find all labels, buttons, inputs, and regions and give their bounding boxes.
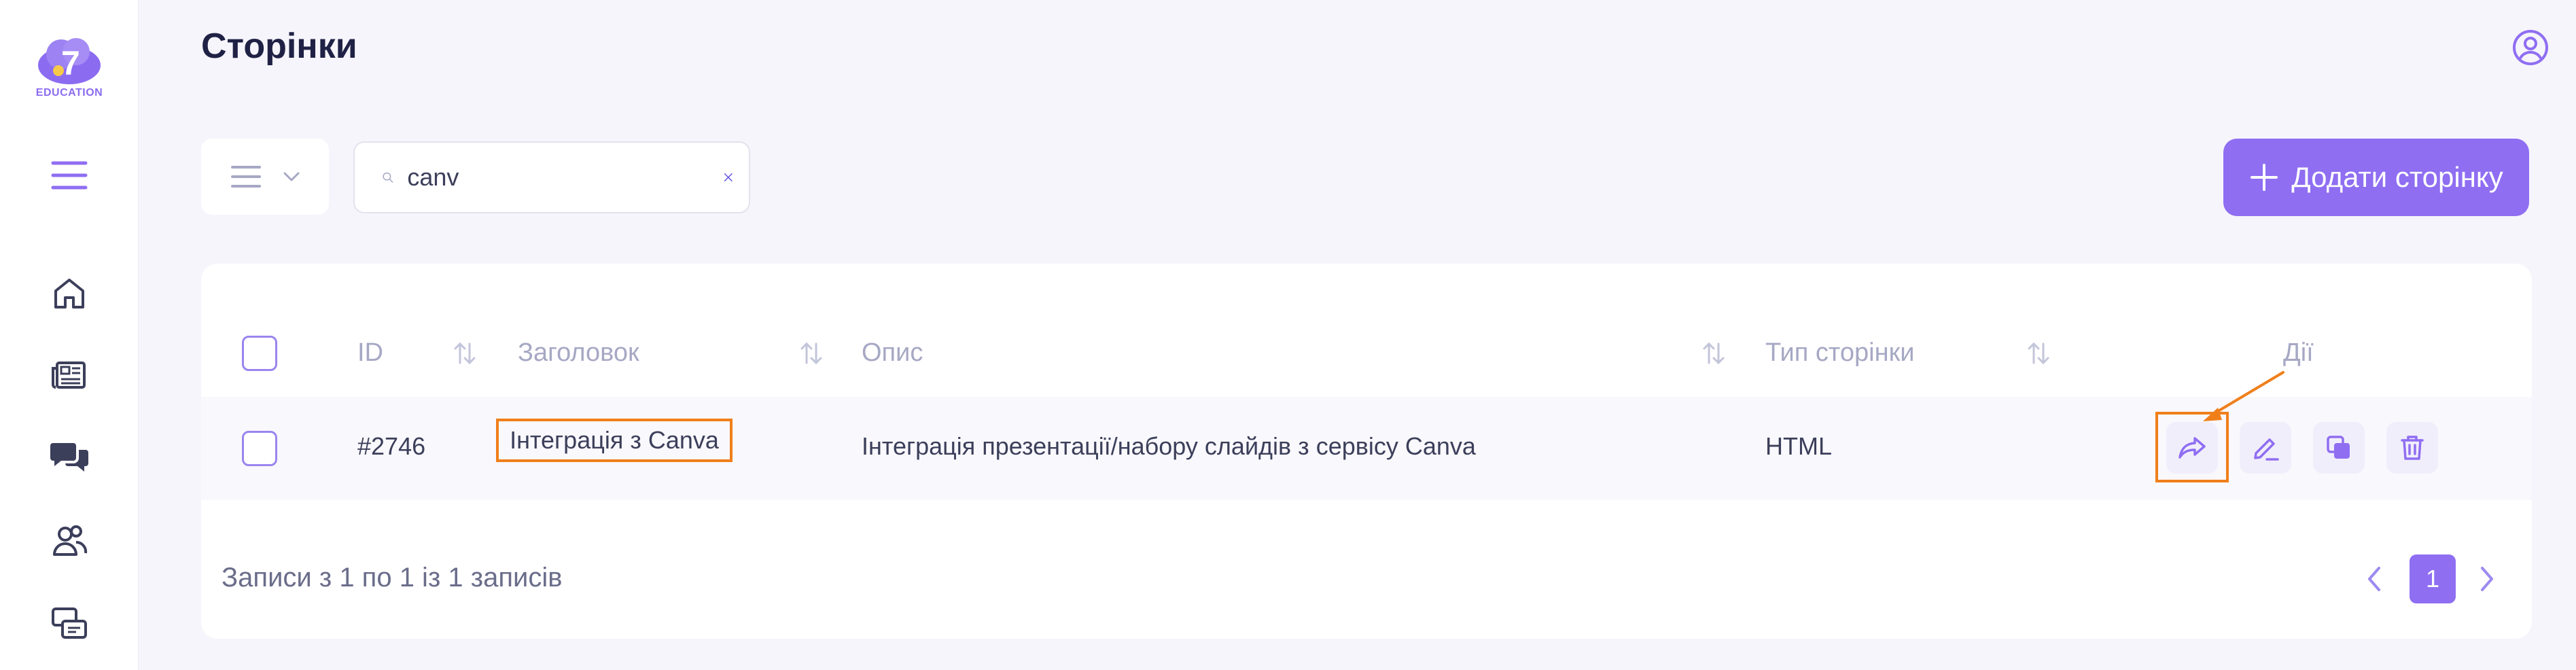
duplicate-button[interactable] (2313, 422, 2365, 474)
search-input[interactable] (407, 163, 724, 192)
page-title: Сторінки (201, 27, 357, 66)
education-logo[interactable]: 7 EDUCATION (34, 34, 105, 102)
share-button[interactable] (2166, 422, 2218, 474)
column-header-page-type[interactable]: Тип сторінки (1765, 338, 1914, 368)
column-header-title[interactable]: Заголовок (518, 338, 639, 368)
sort-title-icon[interactable] (798, 340, 825, 367)
row-checkbox[interactable] (242, 431, 277, 466)
row-description: Інтеграція презентації/набору слайдів з … (862, 432, 1476, 460)
sort-description-icon[interactable] (1700, 340, 1727, 367)
search-box (353, 141, 750, 213)
select-all-checkbox[interactable] (242, 336, 277, 371)
users-icon[interactable] (45, 516, 94, 565)
plus-icon (2251, 164, 2278, 191)
next-page-button[interactable] (2468, 553, 2506, 605)
chevron-down-icon (283, 172, 300, 181)
sort-id-icon[interactable] (451, 340, 478, 367)
hamburger-menu-icon[interactable] (45, 151, 94, 200)
add-page-button[interactable]: Додати сторінку (2223, 139, 2529, 216)
sidebar: 7 EDUCATION (0, 0, 139, 670)
chat-icon[interactable] (45, 432, 94, 481)
edit-button[interactable] (2240, 422, 2291, 474)
user-profile-icon[interactable] (2510, 27, 2551, 68)
sort-page-type-icon[interactable] (2025, 340, 2052, 367)
pages-table: ID Заголовок Опис Тип сторінки Дії #2746… (201, 264, 2532, 639)
column-header-id[interactable]: ID (357, 338, 383, 368)
chevron-right-icon (2481, 567, 2493, 591)
records-summary: Записи з 1 по 1 із 1 записів (222, 563, 563, 593)
chevron-left-icon (2368, 567, 2380, 591)
clear-search-icon[interactable] (723, 165, 734, 190)
row-title-text: Інтеграція з Canva (510, 426, 719, 454)
prev-page-button[interactable] (2355, 553, 2393, 605)
columns-menu-dropdown[interactable] (201, 139, 329, 215)
trash-icon (2401, 436, 2424, 460)
slides-icon[interactable] (45, 599, 94, 648)
annotation-arrow-icon (2203, 371, 2284, 421)
search-icon (383, 172, 393, 183)
delete-button[interactable] (2386, 422, 2438, 474)
list-icon (231, 166, 261, 188)
row-title[interactable]: Інтеграція з Canva (496, 419, 733, 462)
table-row: #2746 Інтеграція з Canva Інтеграція през… (201, 397, 2532, 500)
copy-icon (2327, 436, 2350, 459)
row-id: #2746 (357, 432, 426, 460)
home-icon[interactable] (45, 269, 94, 318)
pencil-icon (2254, 438, 2279, 461)
row-page-type: HTML (1765, 432, 1832, 460)
newspaper-icon[interactable] (45, 351, 94, 400)
svg-text:7: 7 (61, 44, 80, 82)
cloud-logo-icon: 7 (38, 38, 101, 84)
add-page-label: Додати сторінку (2291, 161, 2503, 193)
column-header-actions: Дії (2283, 338, 2314, 367)
share-arrow-icon (2178, 437, 2206, 459)
column-header-description[interactable]: Опис (862, 338, 923, 368)
logo-text: EDUCATION (35, 87, 103, 99)
page-number-current[interactable]: 1 (2410, 554, 2456, 603)
